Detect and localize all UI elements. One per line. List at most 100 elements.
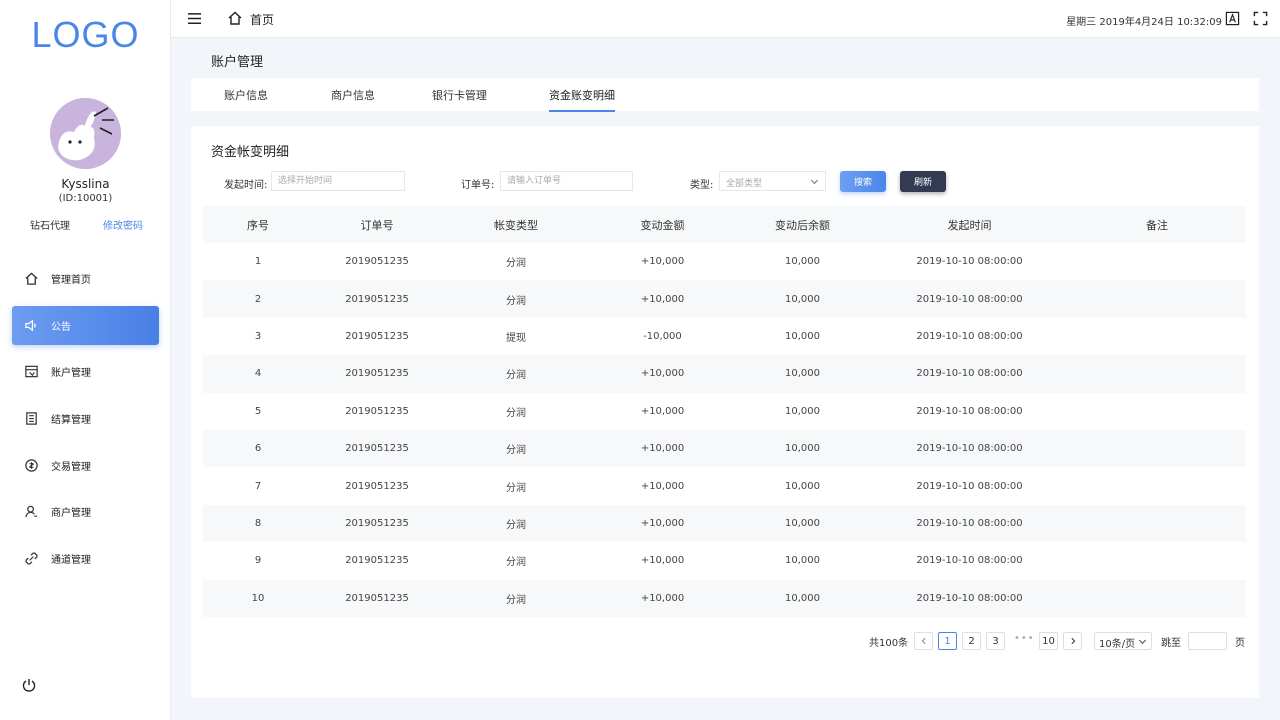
avatar[interactable] [50,98,121,169]
fund-changes-table: 序号 订单号 帐变类型 变动金额 变动后余额 发起时间 备注 1 20190512… [203,206,1246,617]
table-row[interactable]: 7 2019051235 分润 +10,000 10,000 2019-10-10 08:… [203,467,1246,504]
table-row[interactable]: 3 2019051235 提现 -10,000 10,000 2019-10-10 08:… [203,318,1246,355]
table-row[interactable]: 5 2019051235 分润 +10,000 10,000 2019-10-10 08:… [203,393,1246,430]
sidebar-nav: 管理首页 公告 账户管理 结算管理 交易管理 商户管理 通道管理 [12,259,159,586]
cell-remark [1068,243,1246,280]
cell-time: 2019-10-10 08:00:00 [871,579,1068,617]
sidebar-item-announcement[interactable]: 公告 [12,305,159,345]
breadcrumb[interactable]: 首页 [250,11,274,28]
order-number-input[interactable]: 请输入订单号 [500,171,633,191]
speaker-icon [23,317,39,333]
cell-time: 2019-10-10 08:00:00 [871,355,1068,393]
table-row[interactable]: 4 2019051235 分润 +10,000 10,000 2019-10-10 08:… [203,355,1246,393]
next-page-button[interactable] [1063,632,1082,650]
cell-order-number: 2019051235 [345,555,409,567]
cell-balance: 10,000 [734,504,871,543]
table-row[interactable]: 6 2019051235 分润 +10,000 10,000 2019-10-10 08:… [203,429,1246,468]
home-icon [23,271,39,287]
pagination: 共100条 1 2 3 ••• 10 10条/页 跳至 页 [191,632,1259,650]
table-body: 1 2019051235 分润 +10,000 10,000 2019-10-10 08:… [203,243,1246,617]
page-size-select[interactable]: 10条/页 [1094,632,1152,650]
refresh-button[interactable]: 刷新 [900,171,946,192]
column-header: 帐变类型 [441,206,591,243]
cell-change-type: 分润 [441,504,591,543]
change-password-link[interactable]: 修改密码 [103,217,143,232]
type-select[interactable]: 全部类型 [719,171,826,191]
table-row[interactable]: 1 2019051235 分润 +10,000 10,000 2019-10-10 08:… [203,243,1246,280]
cell-index: 4 [203,355,313,393]
sidebar-item-label: 商户管理 [51,508,91,520]
cell-change-type: 提现 [506,332,526,344]
cell-balance: 10,000 [785,555,820,567]
column-header: 序号 [203,206,313,243]
cell-change-type: 分润 [441,429,591,468]
sidebar-item-transaction[interactable]: 交易管理 [12,446,159,485]
cell-index: 10 [203,579,313,617]
page-button-1[interactable]: 1 [938,632,957,650]
page-button-3[interactable]: 3 [986,632,1005,650]
prev-page-button[interactable] [914,632,933,650]
jump-page-input[interactable] [1188,632,1227,650]
account-icon [23,364,39,380]
table-row[interactable]: 10 2019051235 分润 +10,000 10,000 2019-10-10 08… [203,579,1246,617]
page-button-last[interactable]: 10 [1039,632,1058,650]
cell-balance: 10,000 [734,355,871,393]
cell-amount: +10,000 [640,256,685,268]
page-header: 账户管理 账户信息 商户信息 银行卡管理 资金账变明细 [191,38,1259,112]
column-header: 订单号 [313,206,441,243]
sidebar-item-settlement[interactable]: 结算管理 [12,399,159,438]
power-icon[interactable] [21,677,39,695]
cell-time: 2019-10-10 08:00:00 [916,330,1023,342]
jump-label: 跳至 [1161,638,1181,649]
sidebar-item-label: 结算管理 [51,415,91,427]
start-time-label: 发起时间: [224,180,268,191]
table-row[interactable]: 9 2019051235 分润 +10,000 10,000 2019-10-10 08:… [203,542,1246,579]
column-header: 变动金额 [591,206,734,243]
cell-amount: +10,000 [591,429,734,468]
cell-change-type: 分润 [506,258,526,270]
tab-bank-card[interactable]: 银行卡管理 [432,87,487,110]
cell-index: 5 [254,405,262,417]
fullscreen-icon[interactable] [1253,11,1268,26]
sidebar-item-label: 交易管理 [51,461,91,473]
start-time-input[interactable]: 选择开始时间 [271,171,405,191]
sidebar-item-label: 管理首页 [51,275,91,286]
table-row[interactable]: 8 2019051235 分润 +10,000 10,000 2019-10-10 08:… [203,504,1246,543]
page-button-2[interactable]: 2 [962,632,981,650]
chevron-down-icon [810,177,819,186]
search-button[interactable]: 搜索 [840,171,886,192]
page-title: 账户管理 [211,55,264,70]
cell-index: 3 [254,330,262,342]
sidebar-item-account[interactable]: 账户管理 [12,352,159,391]
tab-fund-changes[interactable]: 资金账变明细 [549,87,615,112]
cell-remark [1068,542,1246,579]
cell-remark [1068,280,1246,318]
sidebar-item-label: 通道管理 [51,555,91,567]
column-header: 发起时间 [871,206,1068,243]
cell-change-type: 分润 [441,579,591,617]
sidebar-item-merchant[interactable]: 商户管理 [12,492,159,531]
cell-order-number: 2019051235 [345,480,409,492]
sidebar-item-label: 账户管理 [51,368,91,380]
cell-remark [1068,355,1246,393]
sidebar-item-home[interactable]: 管理首页 [12,259,159,298]
cell-balance: 10,000 [785,330,820,342]
cell-index: 9 [254,555,262,567]
table-row[interactable]: 2 2019051235 分润 +10,000 10,000 2019-10-10 08:… [203,280,1246,318]
font-size-icon[interactable] [1225,11,1240,26]
menu-toggle-icon[interactable] [187,11,203,27]
tab-merchant-info[interactable]: 商户信息 [331,87,375,110]
column-header: 变动后余额 [734,206,871,243]
table-header-row: 序号 订单号 帐变类型 变动金额 变动后余额 发起时间 备注 [203,206,1246,243]
cell-index: 1 [254,256,262,268]
tab-account-info[interactable]: 账户信息 [224,87,268,110]
cell-change-type: 分润 [506,407,526,419]
pagination-ellipsis[interactable]: ••• [1014,633,1035,644]
cell-remark [1068,467,1246,504]
merchant-icon [23,504,39,520]
cell-remark [1068,504,1246,543]
sidebar-item-channel[interactable]: 通道管理 [12,539,159,578]
cell-balance: 10,000 [734,280,871,318]
logo: LOGO [31,14,140,55]
cell-order-number: 2019051235 [345,330,409,342]
